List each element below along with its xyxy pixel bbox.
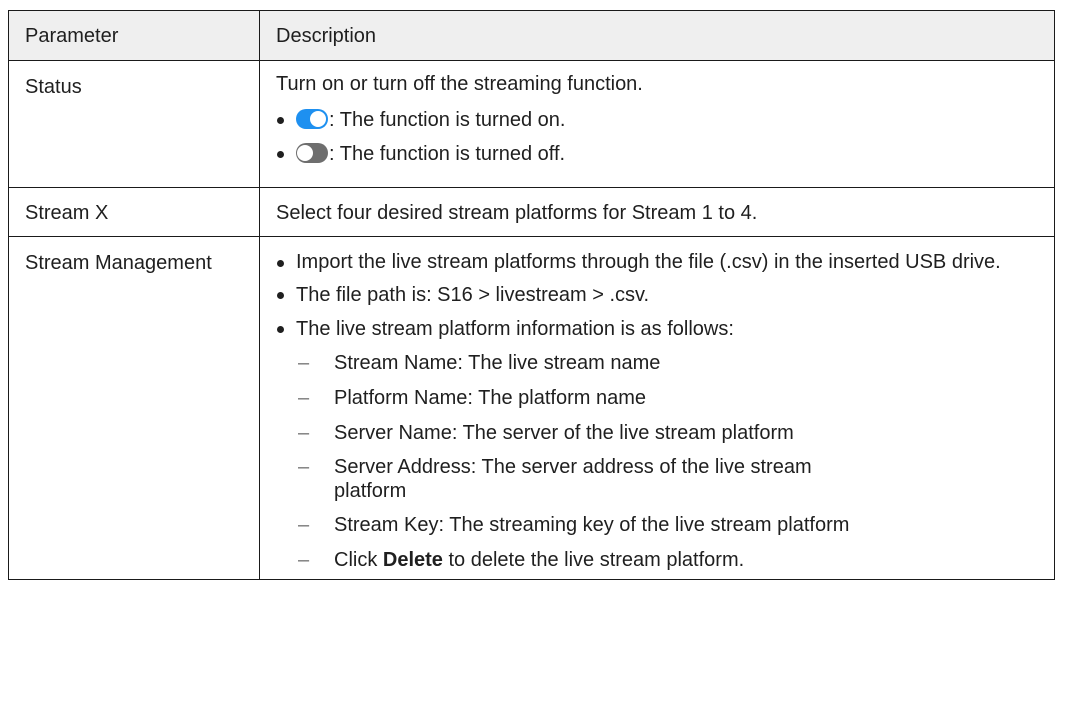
list-item: – Click Delete to delete the live stream …	[276, 547, 1044, 573]
table-row-stream-management: Stream Management Import the live stream…	[8, 236, 1055, 580]
list-item: – Platform Name: The platform name	[276, 385, 1044, 411]
parameter-table: Parameter Description Status Turn on or …	[8, 10, 1055, 580]
header-description: Description	[259, 10, 1055, 61]
mgmt-bullet-info: The live stream platform information is …	[276, 316, 1044, 342]
sub-item-server-address: Server Address: The server address of th…	[334, 456, 812, 502]
delete-prefix: Click	[334, 549, 383, 571]
dash-marker: –	[298, 514, 310, 536]
sub-item-platform-name: Platform Name: The platform name	[334, 387, 646, 409]
sub-item-stream-name: Stream Name: The live stream name	[334, 352, 661, 374]
status-intro: Turn on or turn off the streaming functi…	[276, 73, 643, 95]
dash-marker: –	[298, 387, 310, 409]
list-item: – Stream Name: The live stream name	[276, 350, 1044, 376]
sub-item-server-name: Server Name: The server of the live stre…	[334, 422, 794, 444]
status-off-item: : The function is turned off.	[276, 141, 1044, 167]
list-item: – Stream Key: The streaming key of the li…	[276, 512, 1044, 538]
dash-marker: –	[298, 549, 310, 571]
desc-stream-x: Select four desired stream platforms for…	[259, 187, 1055, 237]
list-item: – Server Name: The server of the live str…	[276, 420, 1044, 446]
dash-marker: –	[298, 352, 310, 374]
param-stream-x: Stream X	[8, 187, 260, 237]
status-on-item: : The function is turned on.	[276, 107, 1044, 133]
desc-stream-management: Import the live stream platforms through…	[259, 236, 1055, 580]
dash-marker: –	[298, 456, 310, 478]
status-on-text: : The function is turned on.	[329, 109, 566, 131]
param-status: Status	[8, 60, 260, 188]
toggle-off-icon	[296, 143, 328, 163]
delete-suffix: to delete the live stream platform.	[442, 549, 745, 571]
mgmt-bullet-import: Import the live stream platforms through…	[276, 250, 1044, 274]
table-row-status: Status Turn on or turn off the streaming…	[8, 60, 1055, 188]
delete-keyword: Delete	[382, 549, 443, 571]
toggle-on-icon	[296, 109, 328, 129]
header-parameter: Parameter	[8, 10, 260, 61]
status-off-text: : The function is turned off.	[329, 143, 566, 165]
dash-marker: –	[298, 422, 310, 444]
sub-item-stream-key: Stream Key: The streaming key of the liv…	[334, 514, 850, 536]
mgmt-bullet-path: The file path is: S16 > livestream > .cs…	[276, 282, 1044, 308]
param-stream-management: Stream Management	[8, 236, 260, 580]
table-row-stream-x: Stream X Select four desired stream plat…	[8, 187, 1055, 237]
desc-status: Turn on or turn off the streaming functi…	[259, 60, 1055, 188]
header-row: Parameter Description	[8, 10, 1055, 61]
list-item: – Server Address: The server address of t…	[276, 455, 1044, 503]
